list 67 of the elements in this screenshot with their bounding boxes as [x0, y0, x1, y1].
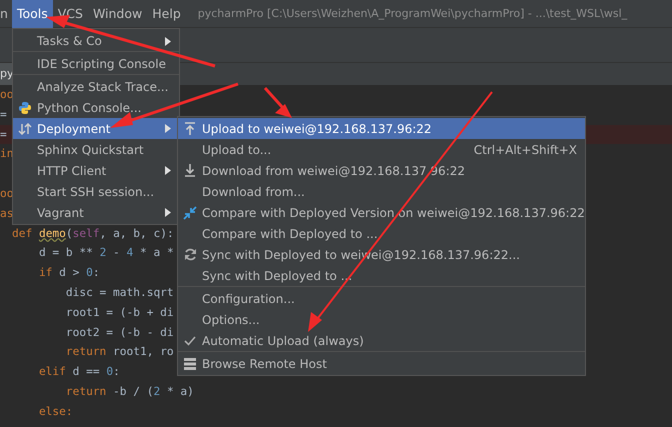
menu-item[interactable]: Options...: [178, 309, 585, 330]
compare-arrows-icon: [183, 206, 197, 220]
menu-item[interactable]: Tasks & Co: [13, 30, 179, 52]
window-title: pycharmPro [C:\Users\Weizhen\A_ProgramWei\pycharmPro] - ...\test_WSL\wsl_: [198, 7, 628, 20]
menu-item[interactable]: Automatic Upload (always): [178, 330, 585, 352]
menu-item[interactable]: Window: [88, 0, 148, 28]
code-text: root1 = (-b + di: [64, 306, 174, 319]
menu-item[interactable]: Browse Remote Host: [178, 353, 585, 374]
code-text: root2 = (-b - di: [64, 326, 174, 339]
menu-item[interactable]: Upload to weiwei@192.168.137.96:22: [178, 118, 585, 139]
menu-item[interactable]: Deployment: [13, 118, 179, 139]
menu-item[interactable]: Start SSH session...: [13, 181, 179, 202]
menu-item[interactable]: Upload to... Ctrl+Alt+Shift+X: [178, 139, 585, 160]
code-text: else:: [38, 404, 73, 418]
code-text: d ==: [72, 365, 101, 378]
menu-item[interactable]: Help: [147, 0, 186, 28]
menu-item[interactable]: IDE Scripting Console: [13, 53, 179, 75]
code-text: 0: [106, 365, 114, 378]
submenu-arrow-icon: [165, 166, 171, 175]
code-text: , a, b, c):: [100, 226, 174, 240]
code-text: d = b **: [38, 246, 94, 260]
code-text: return: [64, 345, 108, 358]
code-text: :: [92, 266, 100, 280]
menu-item[interactable]: Python Console...: [13, 97, 179, 118]
code-text: 2: [153, 384, 160, 398]
submenu-arrow-icon: [165, 124, 171, 133]
code-text: -: [112, 246, 121, 260]
python-logo-icon: [18, 100, 32, 114]
menu-item[interactable]: Configuration...: [178, 288, 585, 309]
menu-item[interactable]: Download from...: [178, 181, 585, 202]
code-text: demo: [38, 226, 66, 240]
code-text: elif: [38, 365, 67, 378]
menu-item[interactable]: n: [0, 0, 12, 28]
checkmark-icon: [184, 336, 196, 346]
code-text: def: [12, 226, 34, 240]
menu-item[interactable]: Sphinx Quickstart: [13, 139, 179, 160]
code-text: * a *: [139, 246, 174, 260]
code-text: as: [0, 206, 14, 220]
code-text: d >: [59, 266, 80, 280]
code-text: (: [66, 226, 73, 240]
upload-icon: [184, 122, 196, 135]
annotation-arrow: [264, 87, 292, 118]
menu-item[interactable]: Analyze Stack Trace...: [13, 76, 179, 97]
code-text: if: [38, 266, 54, 280]
code-text: -b / (: [113, 384, 154, 398]
menu-item[interactable]: Sync with Deployed to ...: [178, 265, 585, 287]
menu-item[interactable]: Tools: [12, 0, 53, 28]
submenu-arrow-icon: [165, 36, 171, 46]
menu-item[interactable]: Vagrant: [13, 202, 179, 223]
submenu-arrow-icon: [165, 208, 171, 217]
code-text: =: [0, 108, 7, 121]
code-text: =: [0, 128, 7, 141]
server-icon: [184, 358, 196, 370]
code-text: 2: [100, 246, 106, 260]
sync-icon: [184, 248, 196, 261]
download-icon: [184, 164, 196, 177]
menu-item[interactable]: HTTP Client: [13, 160, 179, 181]
code-text: self: [72, 226, 100, 240]
code-text: * a): [166, 384, 194, 398]
code-text: root1, ro: [113, 345, 174, 358]
code-text: disc = math.sqrt: [64, 286, 174, 299]
up-down-arrows-icon: [18, 122, 32, 134]
code-text: return: [64, 384, 108, 398]
menu-item[interactable]: Compare with Deployed to ...: [178, 223, 585, 244]
code-text: 4: [126, 246, 134, 260]
code-text: :: [113, 365, 120, 378]
code-text: 0: [86, 266, 93, 280]
